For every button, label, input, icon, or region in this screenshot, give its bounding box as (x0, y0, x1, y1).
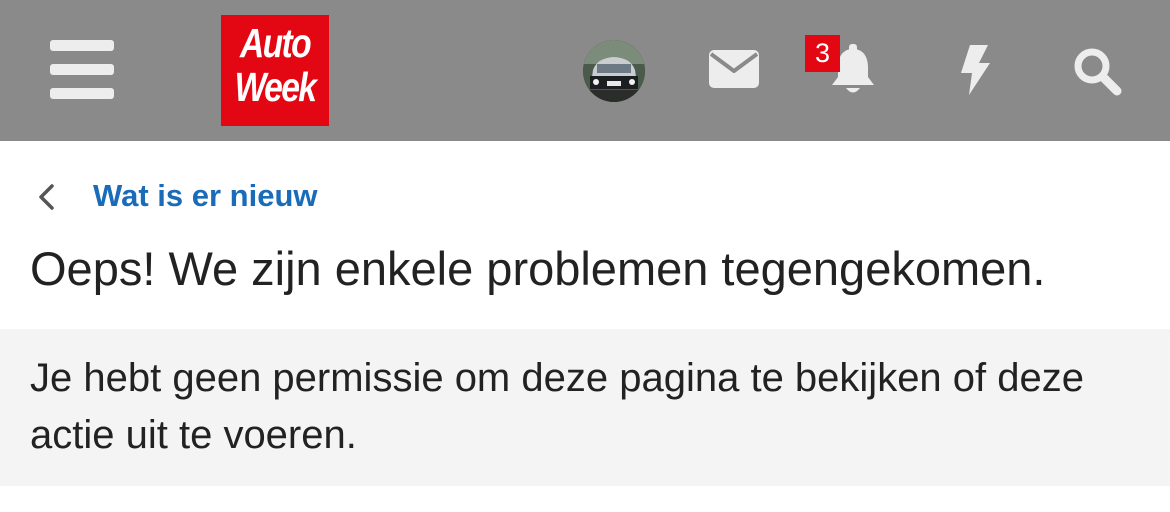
breadcrumb-link-whats-new[interactable]: Wat is er nieuw (93, 176, 318, 216)
avatar-image (583, 40, 645, 102)
autoweek-logo[interactable]: Auto Week (221, 15, 329, 126)
hamburger-menu-icon[interactable] (50, 40, 114, 100)
logo-line-week: Week (234, 64, 317, 110)
logo-line-auto: Auto (239, 20, 312, 66)
envelope-icon[interactable] (709, 50, 759, 88)
search-icon[interactable] (1072, 46, 1122, 96)
user-avatar[interactable] (583, 40, 645, 102)
error-message: Je hebt geen permissie om deze pagina te… (30, 356, 1085, 457)
bolt-icon[interactable] (957, 45, 991, 95)
page-title: Oeps! We zijn enkele problemen tegengeko… (30, 242, 1046, 295)
top-navigation-bar: Auto Week 3 (0, 0, 1170, 141)
chevron-left-icon[interactable] (36, 184, 58, 215)
error-notice: Je hebt geen permissie om deze pagina te… (0, 329, 1170, 486)
notification-count-badge: 3 (805, 35, 840, 72)
